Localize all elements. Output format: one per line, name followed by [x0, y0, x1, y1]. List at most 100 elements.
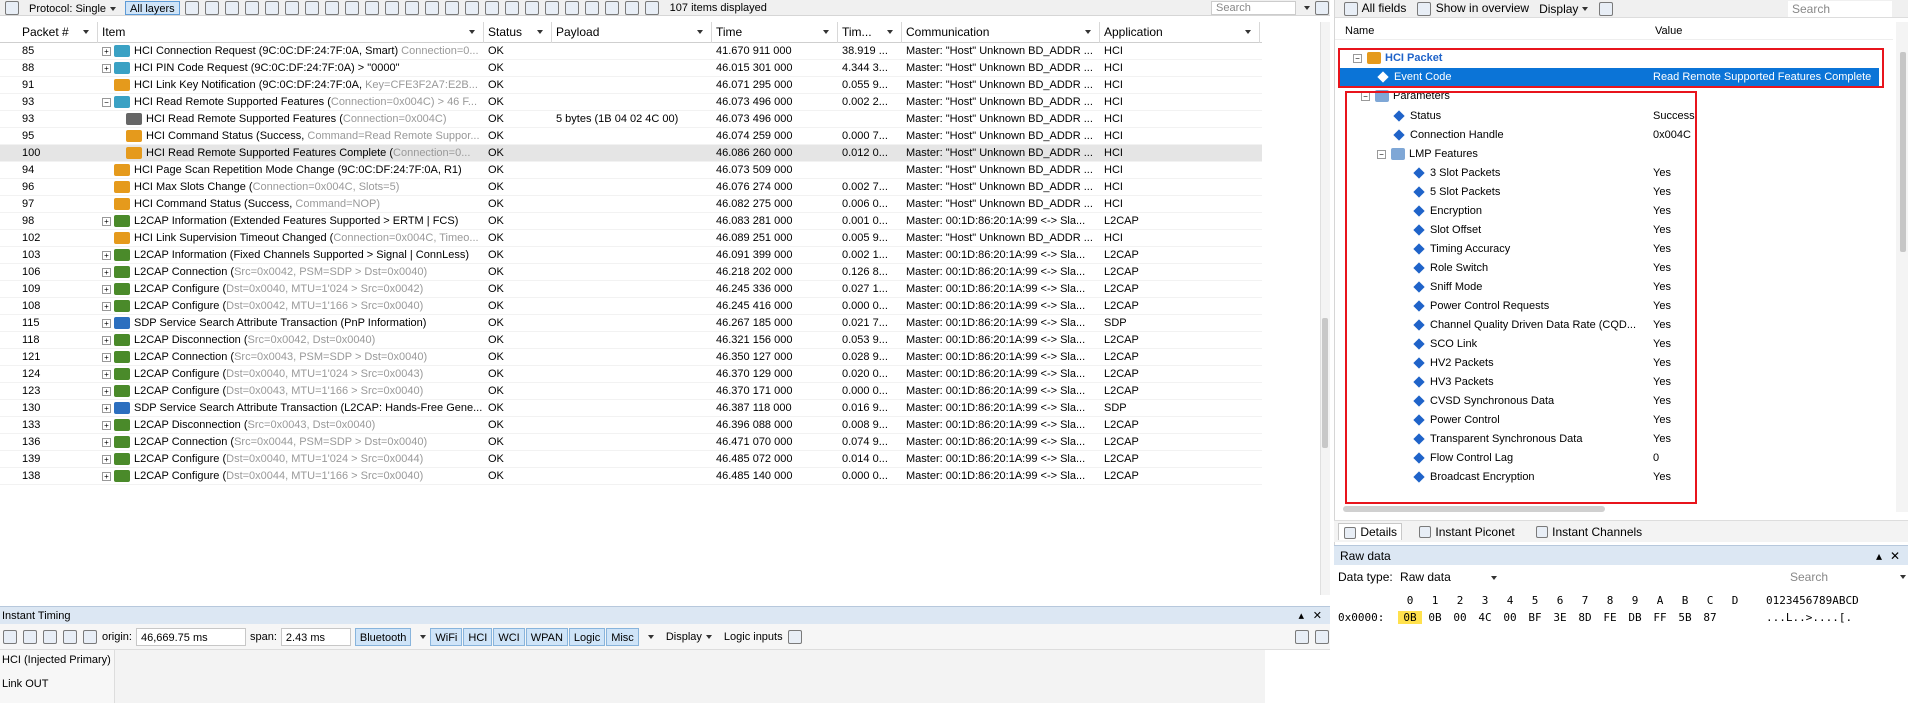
globe-icon[interactable] — [544, 0, 559, 15]
sort-chevron-icon[interactable] — [887, 30, 893, 34]
table-row[interactable]: 98 + L2CAP Information (Extended Features … — [0, 213, 1262, 230]
ascii-bytes[interactable]: ...L..>....[. — [1766, 611, 1852, 624]
trash-icon[interactable] — [5, 0, 19, 15]
table-row[interactable]: 133 + L2CAP Disconnection (Src=0x0043, Dst… — [0, 417, 1262, 434]
layers-select[interactable]: All layers — [125, 0, 180, 15]
tab-instant-channels[interactable]: Instant Channels — [1531, 524, 1646, 540]
export-icon[interactable] — [644, 0, 659, 15]
details-display-menu[interactable]: Display — [1539, 2, 1589, 16]
pointer-icon[interactable] — [3, 629, 17, 644]
grid-icon[interactable] — [384, 0, 399, 15]
table-row[interactable]: 118 + L2CAP Disconnection (Src=0x0042, Dst… — [0, 332, 1262, 349]
table-row[interactable]: 85 + HCI Connection Request (9C:0C:DF:24:7… — [0, 43, 1262, 60]
col-value-header[interactable]: Value — [1655, 22, 1682, 40]
search-dropdown-icon[interactable] — [1304, 5, 1310, 10]
logic-wave-icon[interactable] — [787, 629, 802, 644]
hex-byte[interactable]: DB — [1623, 611, 1647, 624]
timing-display-menu[interactable]: Display — [666, 631, 712, 643]
expand-toggle-icon[interactable]: − — [102, 97, 111, 107]
layout-icon[interactable] — [83, 629, 97, 644]
protocol-select[interactable]: Protocol: Single — [24, 1, 121, 15]
gear-small-icon[interactable] — [344, 0, 359, 15]
toggle-logic[interactable]: Logic — [568, 627, 606, 646]
window-icon[interactable] — [484, 0, 499, 15]
hex-byte[interactable]: 0B — [1398, 611, 1422, 624]
sort-chevron-icon[interactable] — [697, 30, 703, 34]
expand-toggle-icon[interactable]: + — [102, 437, 111, 447]
expand-toggle-icon[interactable]: + — [102, 284, 111, 294]
raw-search-input[interactable]: Search — [1790, 566, 1828, 588]
image-icon[interactable] — [584, 0, 599, 15]
chart-icon[interactable] — [564, 0, 579, 15]
tab-instant-piconet[interactable]: Instant Piconet — [1414, 524, 1519, 540]
packet-search-input[interactable]: Search — [1211, 0, 1296, 15]
close-icon[interactable]: ✕ — [1313, 607, 1322, 625]
table-row[interactable]: 124 + L2CAP Configure (Dst=0x0040, MTU=1'0… — [0, 366, 1262, 383]
expand-toggle-icon[interactable]: + — [102, 216, 111, 226]
expand-toggle-icon[interactable]: + — [102, 267, 111, 277]
bookmark-icon[interactable] — [464, 0, 479, 15]
expand-toggle-icon[interactable]: + — [102, 301, 111, 311]
filter-funnel-icon[interactable] — [1315, 0, 1329, 15]
back-arrow-icon[interactable] — [184, 0, 199, 15]
details-scrollbar[interactable] — [1896, 22, 1908, 512]
bluetooth-dropdown-icon[interactable] — [420, 634, 427, 639]
copy-icon[interactable] — [604, 0, 619, 15]
table-row[interactable]: 130 + SDP Service Search Attribute Transac… — [0, 400, 1262, 417]
hex-byte[interactable]: FF — [1648, 611, 1672, 624]
expand-toggle-icon[interactable]: + — [102, 46, 111, 56]
details-scroll-thumb[interactable] — [1900, 52, 1906, 252]
hex-byte[interactable]: 8D — [1573, 611, 1597, 624]
clock-icon[interactable] — [624, 0, 639, 15]
table-row[interactable]: 108 + L2CAP Configure (Dst=0x0042, MTU=1'1… — [0, 298, 1262, 315]
toggle-wifi[interactable]: WiFi — [430, 627, 463, 646]
export-timing-icon[interactable] — [1295, 629, 1309, 644]
hex-byte[interactable]: FE — [1598, 611, 1622, 624]
hex-byte[interactable]: 00 — [1498, 611, 1522, 624]
table-row[interactable]: 96 HCI Max Slots Change (Connection=0x004… — [0, 179, 1262, 196]
table-row[interactable]: 109 + L2CAP Configure (Dst=0x0040, MTU=1'0… — [0, 281, 1262, 298]
table-row[interactable]: 102 HCI Link Supervision Timeout Changed … — [0, 230, 1262, 247]
sort-chevron-icon[interactable] — [469, 30, 475, 34]
sort-chevron-icon[interactable] — [1245, 30, 1251, 34]
col-header-payload[interactable]: Payload — [552, 22, 712, 43]
filter-edit-icon[interactable] — [304, 0, 319, 15]
hex-byte[interactable]: 87 — [1698, 611, 1722, 624]
col-header-item[interactable]: Item — [98, 22, 484, 43]
table-row[interactable]: 91 HCI Link Key Notification (9C:0C:DF:24… — [0, 77, 1262, 94]
close-icon[interactable]: ✕ — [1890, 546, 1900, 566]
filter-icon[interactable] — [284, 0, 299, 15]
toggle-misc[interactable]: Misc — [606, 627, 639, 646]
magnify-icon[interactable] — [264, 0, 279, 15]
grid-scrollbar[interactable] — [1320, 22, 1330, 595]
table-row[interactable]: 139 + L2CAP Configure (Dst=0x0040, MTU=1'0… — [0, 451, 1262, 468]
table-row[interactable]: 136 + L2CAP Connection (Src=0x0044, PSM=SD… — [0, 434, 1262, 451]
col-header-application[interactable]: Application — [1100, 22, 1260, 43]
expand-toggle-icon[interactable]: + — [102, 369, 111, 379]
col-name-header[interactable]: Name — [1345, 22, 1374, 40]
pen-icon[interactable] — [204, 0, 219, 15]
grid-scroll-thumb[interactable] — [1322, 318, 1328, 448]
misc-dropdown-icon[interactable] — [647, 634, 654, 639]
columns-icon[interactable] — [404, 0, 419, 15]
settings-icon[interactable] — [1599, 1, 1614, 16]
table-row[interactable]: 100 HCI Read Remote Supported Features Co… — [0, 145, 1262, 162]
expand-toggle-icon[interactable]: + — [102, 352, 111, 362]
span-input[interactable]: 2.43 ms — [280, 627, 351, 646]
mouse-icon[interactable] — [324, 0, 339, 15]
col-header-status[interactable]: Status — [484, 22, 552, 43]
bulb-icon[interactable] — [244, 0, 259, 15]
expand-toggle-icon[interactable]: + — [102, 335, 111, 345]
expand-toggle-icon[interactable]: + — [102, 471, 111, 481]
details-hscroll-thumb[interactable] — [1343, 506, 1605, 512]
pin-icon[interactable]: ▴ — [1298, 607, 1304, 625]
sort-chevron-icon[interactable] — [1085, 30, 1091, 34]
all-fields-button[interactable]: All fields — [1343, 1, 1406, 16]
table-row[interactable]: 106 + L2CAP Connection (Src=0x0042, PSM=SD… — [0, 264, 1262, 281]
col-header-timedelta[interactable]: Tim... — [838, 22, 902, 43]
table-row[interactable]: 103 + L2CAP Information (Fixed Channels Su… — [0, 247, 1262, 264]
table-row[interactable]: 115 + SDP Service Search Attribute Transac… — [0, 315, 1262, 332]
table-row[interactable]: 88 + HCI PIN Code Request (9C:0C:DF:24:7F:… — [0, 60, 1262, 77]
marker-icon[interactable] — [224, 0, 239, 15]
hex-byte[interactable]: 4C — [1473, 611, 1497, 624]
